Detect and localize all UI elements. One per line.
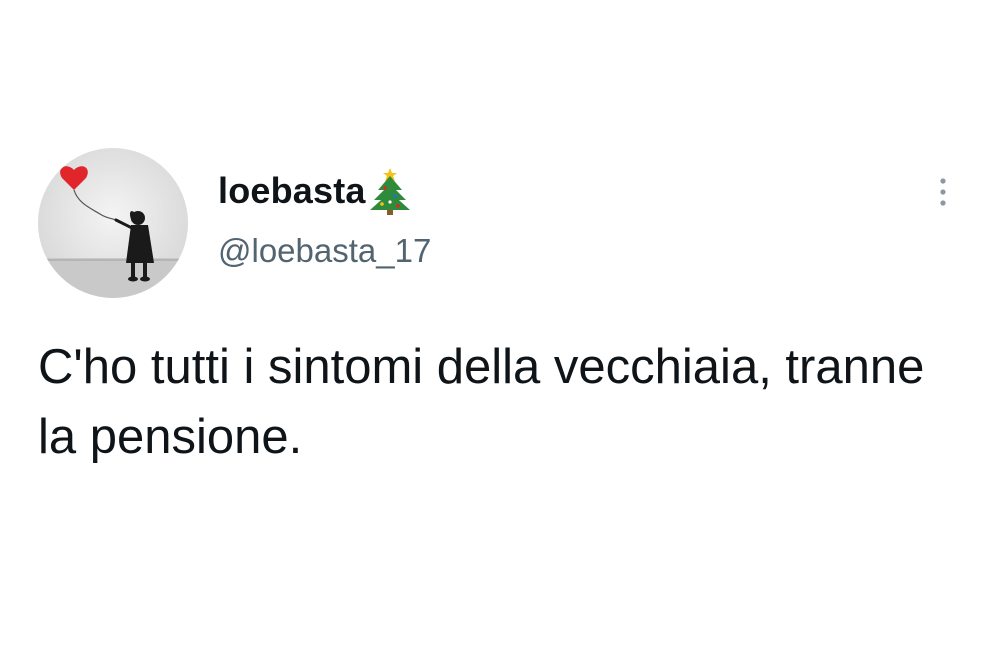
- christmas-tree-icon: [368, 166, 412, 216]
- more-vertical-icon: [940, 178, 946, 206]
- author-handle[interactable]: @loebasta_17: [218, 232, 431, 270]
- author-display-name[interactable]: loebasta: [218, 170, 366, 212]
- girl-with-red-balloon-icon: [38, 148, 188, 298]
- tweet-card: loebasta @loebasta_17 C'ho tutti i sinto…: [0, 0, 1000, 672]
- avatar[interactable]: [38, 148, 188, 298]
- more-options-button[interactable]: [928, 172, 958, 212]
- author-name-row[interactable]: loebasta: [218, 166, 412, 216]
- tweet-text: C'ho tutti i sintomi della vecchiaia, tr…: [38, 340, 925, 464]
